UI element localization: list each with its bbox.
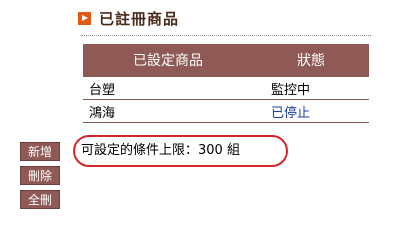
registered-products-table: 已設定商品 狀態 台塑 監控中 鴻海 已停止 xyxy=(83,44,369,123)
dotted-divider xyxy=(81,35,371,36)
table-row[interactable]: 鴻海 已停止 xyxy=(83,99,369,123)
condition-limit-text: 可設定的條件上限：300 組 xyxy=(81,143,240,158)
product-name: 台塑 xyxy=(83,76,253,100)
table-header-row: 已設定商品 狀態 xyxy=(83,44,369,77)
table-row[interactable]: 台塑 監控中 xyxy=(83,76,369,100)
delete-button[interactable]: 刪除 xyxy=(20,166,60,185)
status-value: 已停止 xyxy=(253,99,369,123)
add-button[interactable]: 新增 xyxy=(20,142,60,161)
section-header: 已註冊商品 xyxy=(78,8,179,29)
condition-limit-note: 可設定的條件上限：300 組 xyxy=(73,135,288,167)
delete-all-button[interactable]: 全刪 xyxy=(20,190,60,209)
status-value: 監控中 xyxy=(253,76,369,100)
product-name: 鴻海 xyxy=(83,99,253,123)
play-arrow-icon xyxy=(78,12,91,25)
status-column-header: 狀態 xyxy=(253,44,369,77)
section-title: 已註冊商品 xyxy=(99,10,180,28)
product-column-header: 已設定商品 xyxy=(83,44,253,77)
